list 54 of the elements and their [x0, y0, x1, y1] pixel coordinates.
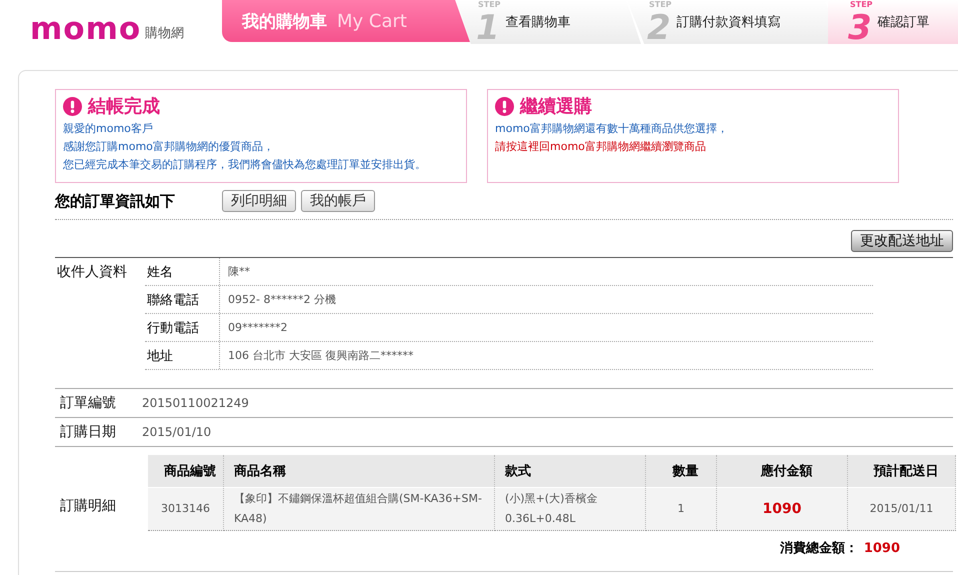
column-header: 商品名稱 — [224, 455, 494, 488]
column-header: 應付金額 — [716, 455, 848, 488]
table-cell: (小)黑+(大)香檳金 0.36L+0.48L — [494, 488, 646, 530]
total-label: 消費總金額： — [780, 540, 858, 557]
section-label: 收件人資料 — [56, 263, 128, 282]
field-label: 地址 — [145, 342, 220, 369]
step-label: 訂購付款資料填寫 — [676, 14, 781, 31]
section-label: 訂購明細 — [59, 497, 117, 515]
continue-shopping-link[interactable]: 請按這裡回momo富邦購物網繼續瀏覽商品 — [495, 138, 891, 156]
logo-subtitle: 購物網 — [145, 25, 184, 43]
field-label: 姓名 — [145, 258, 220, 285]
column-header: 數量 — [646, 455, 716, 488]
change-address-button[interactable]: 更改配送地址 — [851, 230, 953, 252]
step-tag: STEP — [850, 0, 873, 9]
step-label: 查看購物車 — [506, 14, 571, 31]
step-tag: STEP — [478, 0, 501, 9]
order-heading: 您的訂單資訊如下 — [55, 192, 176, 210]
field-value: 106 台北市 大安區 復興南路二****** — [227, 348, 414, 363]
amount-cell: 1090 — [716, 488, 848, 530]
column-header: 預計配送日 — [848, 455, 956, 488]
step-number: 3 — [848, 13, 872, 43]
order-button[interactable]: 我的帳戶 — [301, 190, 375, 212]
field-label: 行動電話 — [145, 314, 220, 341]
order-number: 20150110021249 — [142, 396, 249, 410]
step-number: 2 — [647, 13, 671, 43]
column-header: 商品編號 — [148, 455, 224, 488]
section-label: 訂購日期 — [59, 423, 117, 441]
notice-title: 結帳完成 — [88, 95, 160, 118]
cart-title: 我的購物車 — [242, 10, 327, 32]
notice-text: momo富邦購物網還有數十萬種商品供您選擇， — [495, 121, 729, 137]
notice-title: 繼續選購 — [520, 95, 592, 118]
notice-text: 親愛的momo客戶 — [63, 121, 154, 137]
column-header: 款式 — [494, 455, 646, 488]
field-value: 0952- 8******2 分機 — [227, 292, 336, 307]
notice-text: 感謝您訂購momo富邦購物網的優質商品， — [63, 139, 275, 155]
field-value: 陳** — [227, 264, 250, 279]
field-value: 09*******2 — [227, 321, 288, 334]
order-date: 2015/01/10 — [142, 425, 212, 439]
table-cell: 2015/01/11 — [848, 488, 956, 530]
alert-icon — [63, 96, 82, 116]
section-label: 訂單編號 — [59, 394, 117, 412]
table-cell: 1 — [646, 488, 716, 530]
cart-subtitle: My Cart — [337, 10, 407, 32]
table-cell: 3013146 — [148, 488, 224, 530]
brand-logo[interactable]: momo — [30, 14, 142, 44]
total-amount: 1090 — [864, 540, 900, 556]
alert-icon — [495, 96, 514, 116]
step-label: 確認訂單 — [878, 14, 930, 31]
field-label: 聯絡電話 — [145, 286, 220, 313]
order-button[interactable]: 列印明細 — [222, 190, 296, 212]
step-tag: STEP — [649, 0, 672, 9]
table-cell: 【象印】不鏽鋼保溫杯超值組合購(SM-KA36+SM-KA48) — [224, 488, 494, 530]
notice-text: 您已經完成本筆交易的訂購程序，我們將會儘快為您處理訂單並安排出貨。 — [63, 157, 427, 173]
step-number: 1 — [476, 13, 500, 43]
